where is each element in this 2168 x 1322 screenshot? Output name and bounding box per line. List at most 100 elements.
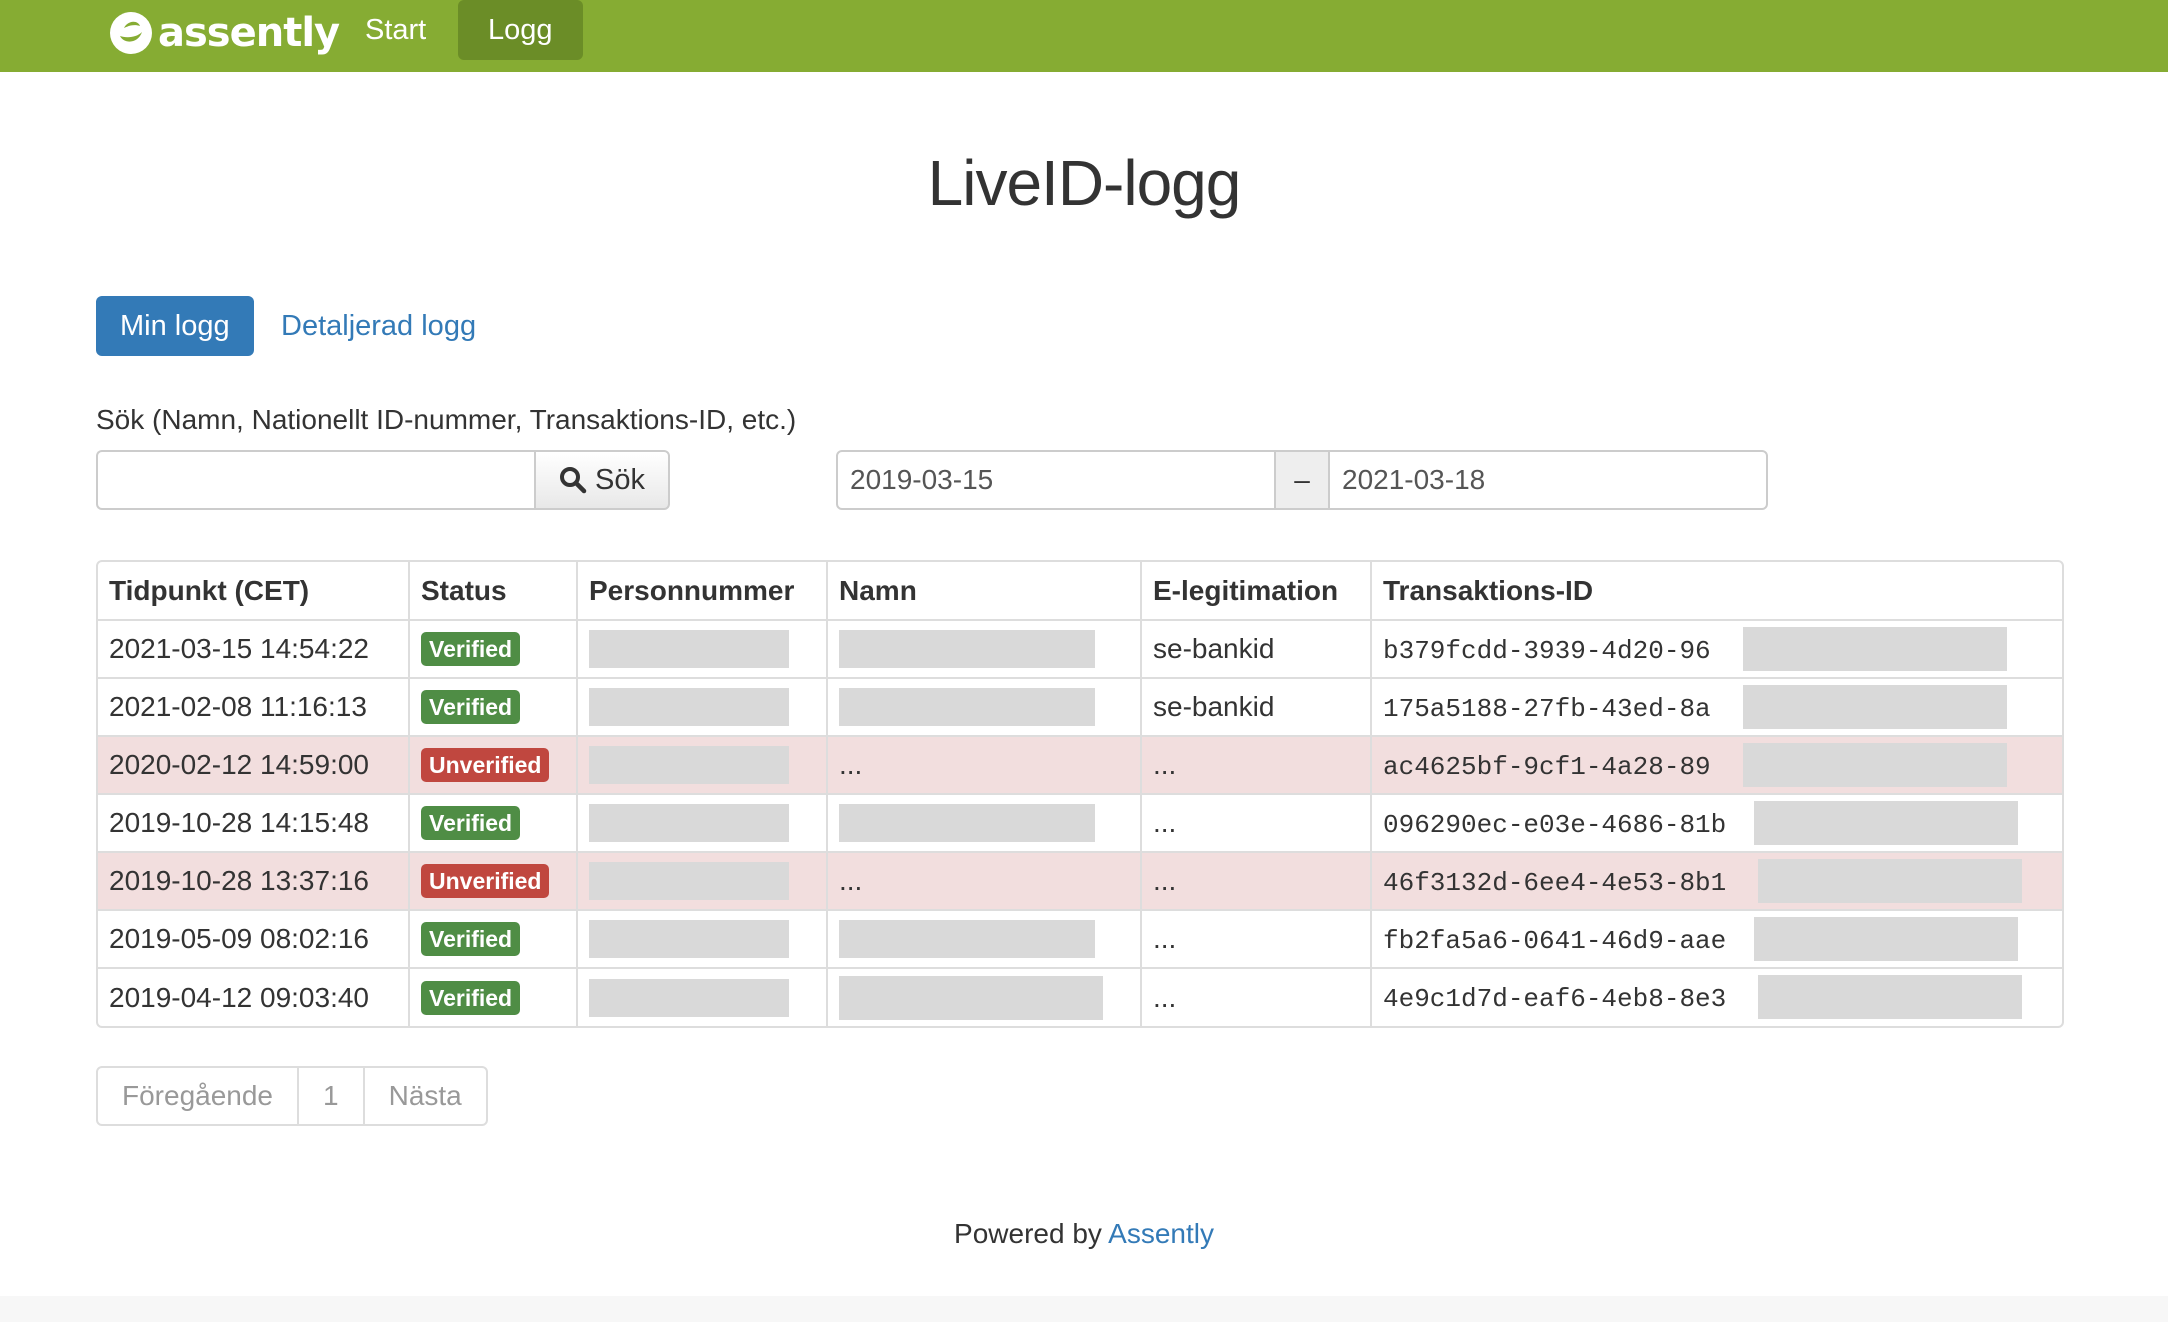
cell-transaction-id: 096290ec-e03e-4686-81b (1371, 794, 2062, 853)
cell-time: 2019-04-12 09:03:40 (98, 968, 410, 1026)
redacted-block (1743, 685, 2007, 729)
cell-elegitimation: ... (1141, 736, 1372, 795)
pagination-next[interactable]: Nästa (365, 1068, 486, 1124)
brand-name: assently (158, 10, 340, 56)
cell-status: Unverified (409, 852, 578, 911)
footer: Powered by Assently (0, 1218, 2168, 1250)
redacted-block (589, 862, 789, 900)
status-badge: Verified (421, 980, 521, 1015)
cell-time: 2019-10-28 13:37:16 (98, 852, 410, 911)
cell-time: 2019-05-09 08:02:16 (98, 910, 410, 969)
cell-namn (827, 968, 1142, 1026)
nav-item-logg[interactable]: Logg (458, 0, 583, 60)
cell-elegitimation: se-bankid (1141, 678, 1372, 737)
pagination-page-1[interactable]: 1 (299, 1068, 365, 1124)
transaction-id-text: ac4625bf-9cf1-4a28-89 (1383, 751, 1711, 782)
transaction-id-text: 4e9c1d7d-eaf6-4eb8-8e3 (1383, 984, 1727, 1014)
cell-personnummer (577, 968, 828, 1026)
redacted-block (839, 975, 1103, 1020)
cell-transaction-id: 4e9c1d7d-eaf6-4eb8-8e3 (1371, 968, 2062, 1026)
redacted-block (1758, 859, 2022, 903)
table-row[interactable]: 2020-02-12 14:59:00 Unverified ... ... a… (98, 736, 2062, 795)
cell-transaction-id: 46f3132d-6ee4-4e53-8b1 (1371, 852, 2062, 911)
cell-status: Unverified (409, 736, 578, 795)
search-button[interactable]: Sök (534, 450, 670, 510)
cell-status: Verified (409, 620, 578, 679)
table-row[interactable]: 2021-02-08 11:16:13 Verified se-bankid 1… (98, 678, 2062, 737)
cell-personnummer (577, 794, 828, 853)
page-title: LiveID-logg (927, 147, 1242, 219)
cell-transaction-id: ac4625bf-9cf1-4a28-89 (1371, 736, 2062, 795)
cell-namn: ... (827, 852, 1142, 911)
cell-time: 2021-02-08 11:16:13 (98, 678, 410, 737)
column-header-namn[interactable]: Namn (827, 562, 1142, 621)
tab-min-logg[interactable]: Min logg (96, 296, 254, 356)
redacted-block (589, 688, 789, 726)
table-header-row: Tidpunkt (CET) Status Personnummer Namn … (98, 562, 2062, 621)
transaction-id-text: 175a5188-27fb-43ed-8a (1383, 693, 1711, 724)
cell-namn (827, 910, 1142, 969)
table-row[interactable]: 2019-10-28 13:37:16 Unverified ... ... 4… (98, 852, 2062, 911)
status-badge: Verified (421, 632, 521, 666)
redacted-block (589, 746, 789, 784)
transaction-id-text: 096290ec-e03e-4686-81b (1383, 809, 1727, 840)
cell-transaction-id: b379fcdd-3939-4d20-96 (1371, 620, 2062, 679)
column-header-status[interactable]: Status (409, 562, 578, 621)
footer-assently-link[interactable]: Assently (1108, 1218, 1214, 1249)
cell-status: Verified (409, 968, 578, 1026)
status-badge: Verified (421, 806, 521, 840)
log-table: Tidpunkt (CET) Status Personnummer Namn … (96, 560, 2064, 1028)
date-from-field[interactable]: 2019-03-15 (836, 450, 1276, 510)
search-button-label: Sök (595, 463, 645, 496)
status-badge: Verified (421, 690, 521, 724)
cell-elegitimation: ... (1141, 968, 1372, 1026)
search-input[interactable] (96, 450, 536, 510)
nav-item-start[interactable]: Start (335, 0, 456, 60)
pagination: Föregående 1 Nästa (96, 1066, 488, 1126)
transaction-id-text: 46f3132d-6ee4-4e53-8b1 (1383, 867, 1727, 898)
transaction-id-text: fb2fa5a6-0641-46d9-aae (1383, 925, 1727, 956)
status-badge: Unverified (421, 864, 550, 898)
cell-time: 2019-10-28 14:15:48 (98, 794, 410, 853)
column-header-time[interactable]: Tidpunkt (CET) (98, 562, 410, 621)
cell-elegitimation: ... (1141, 910, 1372, 969)
table-row[interactable]: 2019-04-12 09:03:40 Verified ... 4e9c1d7… (98, 968, 2062, 1026)
assently-logo-icon (110, 12, 152, 54)
cell-transaction-id: 175a5188-27fb-43ed-8a (1371, 678, 2062, 737)
search-icon (560, 467, 587, 494)
table-row[interactable]: 2021-03-15 14:54:22 Verified se-bankid b… (98, 620, 2062, 679)
pagination-previous[interactable]: Föregående (98, 1068, 300, 1124)
column-header-transaction-id[interactable]: Transaktions-ID (1371, 562, 2062, 621)
cell-personnummer (577, 678, 828, 737)
brand-logo[interactable]: assently (108, 8, 340, 58)
cell-status: Verified (409, 910, 578, 969)
tab-detaljerad-logg[interactable]: Detaljerad logg (257, 296, 500, 356)
cell-namn (827, 794, 1142, 853)
redacted-block (1758, 975, 2022, 1019)
column-header-elegitimation[interactable]: E-legitimation (1141, 562, 1372, 621)
status-badge: Verified (421, 922, 521, 956)
redacted-block (589, 978, 789, 1017)
date-to-field[interactable]: 2021-03-18 (1328, 450, 1768, 510)
redacted-block (1743, 627, 2007, 671)
redacted-block (839, 688, 1095, 726)
cell-time: 2020-02-12 14:59:00 (98, 736, 410, 795)
table-row[interactable]: 2019-10-28 14:15:48 Verified ... 096290e… (98, 794, 2062, 853)
cell-elegitimation: ... (1141, 794, 1372, 853)
cell-status: Verified (409, 678, 578, 737)
redacted-block (1743, 743, 2007, 787)
cell-namn (827, 620, 1142, 679)
date-range-separator: – (1274, 450, 1330, 510)
column-header-personnummer[interactable]: Personnummer (577, 562, 828, 621)
redacted-block (839, 920, 1095, 958)
status-badge: Unverified (421, 748, 550, 782)
redacted-block (589, 630, 789, 668)
redacted-block (1754, 801, 2018, 845)
cell-elegitimation: se-bankid (1141, 620, 1372, 679)
cell-personnummer (577, 620, 828, 679)
bottom-band (0, 1296, 2168, 1322)
table-row[interactable]: 2019-05-09 08:02:16 Verified ... fb2fa5a… (98, 910, 2062, 969)
cell-personnummer (577, 736, 828, 795)
cell-time: 2021-03-15 14:54:22 (98, 620, 410, 679)
cell-transaction-id: fb2fa5a6-0641-46d9-aae (1371, 910, 2062, 969)
